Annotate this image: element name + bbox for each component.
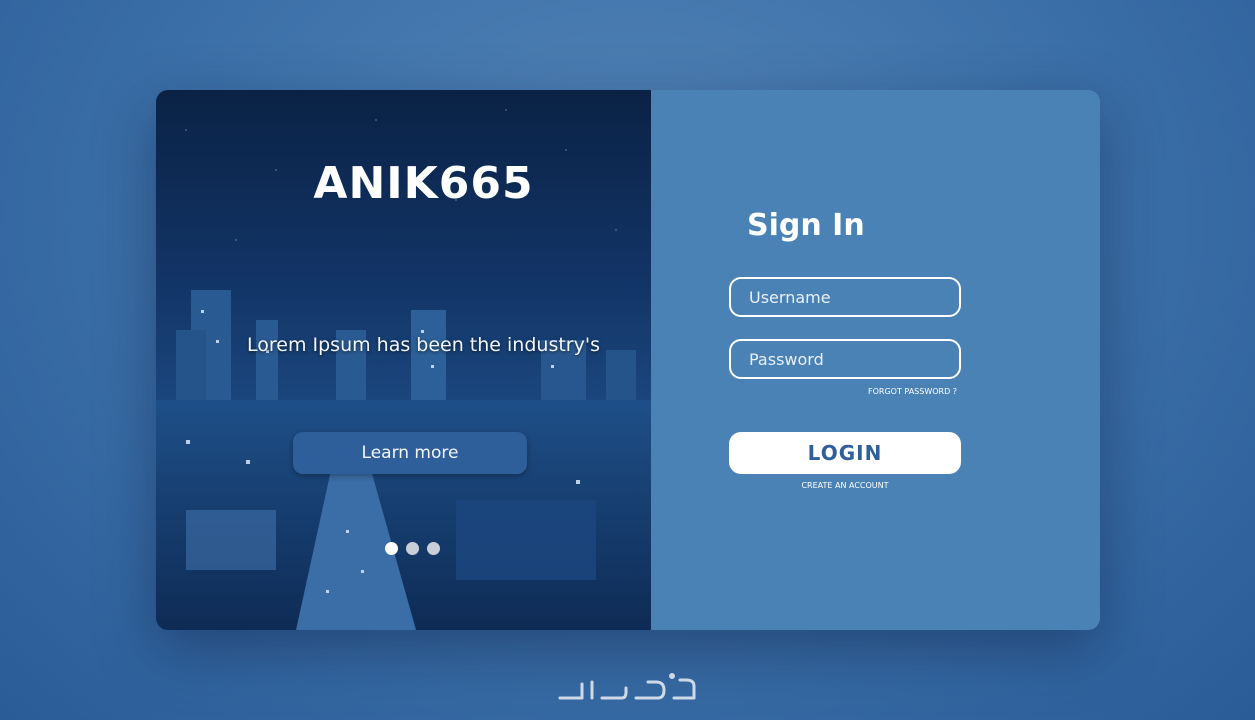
carousel-indicators (385, 542, 440, 555)
hero-tagline: Lorem Ipsum has been the industry's (247, 334, 600, 356)
brand-title: ANIK665 (313, 158, 534, 209)
password-input[interactable] (729, 339, 961, 379)
forgot-password-link[interactable]: FORGOT PASSWORD ? (868, 387, 957, 396)
carousel-dot-2[interactable] (406, 542, 419, 555)
khamsat-watermark-logo (558, 673, 696, 700)
carousel-dot-3[interactable] (427, 542, 440, 555)
hero-panel: ANIK665 Lorem Ipsum has been the industr… (156, 90, 651, 630)
login-button[interactable]: LOGIN (729, 432, 961, 474)
login-card: ANIK665 Lorem Ipsum has been the industr… (156, 90, 1100, 630)
learn-more-button[interactable]: Learn more (293, 432, 527, 474)
create-account-link[interactable]: CREATE AN ACCOUNT (729, 481, 961, 490)
username-input[interactable] (729, 277, 961, 317)
carousel-dot-1[interactable] (385, 542, 398, 555)
signin-title: Sign In (747, 208, 865, 243)
signin-panel: Sign In FORGOT PASSWORD ? LOGIN CREATE A… (651, 90, 1100, 630)
